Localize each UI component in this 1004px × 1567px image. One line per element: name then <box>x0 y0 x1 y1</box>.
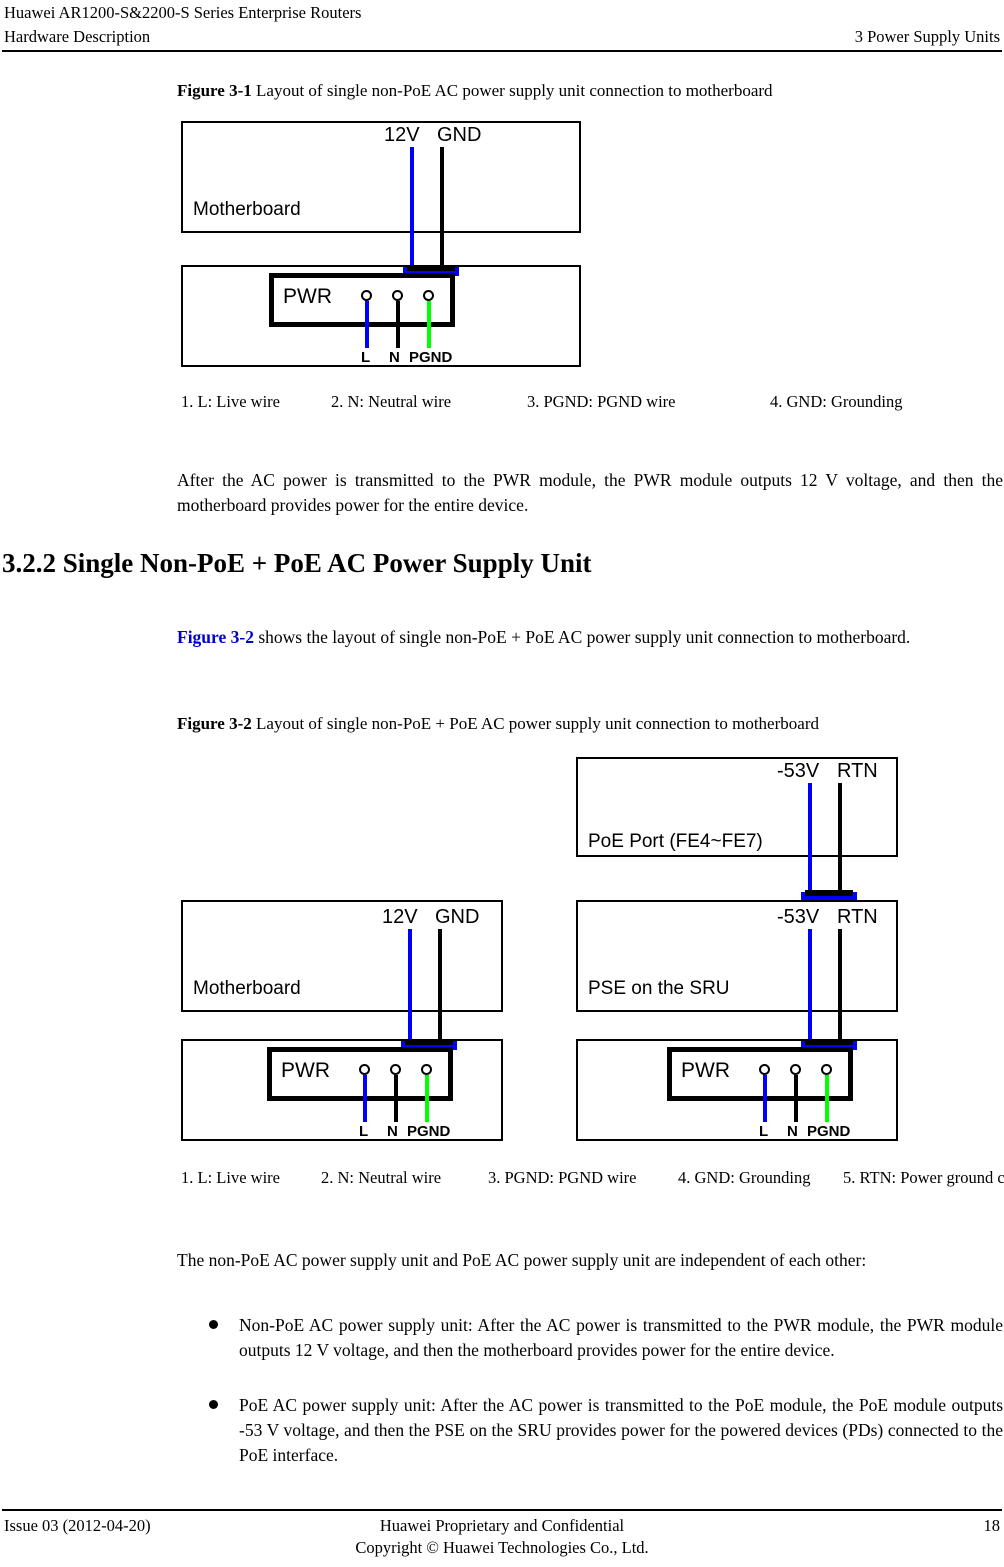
legend-item-3: 3. PGND: PGND wire <box>527 392 676 411</box>
bullet-text-poe: PoE AC power supply unit: After the AC p… <box>239 1395 1003 1465</box>
pwr-module-label: PWR <box>283 285 332 308</box>
figure-3-2-pin-label-n: N <box>387 1123 398 1140</box>
bullet-marker-icon <box>209 1320 218 1329</box>
legend-item-4: 4. GND: Grounding <box>770 392 903 411</box>
figure-3-2-wire-12v <box>408 929 412 1050</box>
pin-neutral <box>392 290 403 301</box>
header-divider <box>2 50 1002 52</box>
figure-3-1-caption-label: Figure 3-1 <box>177 81 252 100</box>
legend-item-1: 1. L: Live wire <box>181 392 280 411</box>
poe-pwr-module-label: PWR <box>681 1059 730 1082</box>
figure-3-2-pin-label-pgnd: PGND <box>407 1123 451 1140</box>
poe-connector-pad-black-lower <box>805 1039 853 1045</box>
poe-wire-neutral <box>794 1075 798 1122</box>
figure-3-2-wire-live <box>363 1075 367 1122</box>
figure-3-1-caption: Figure 3-1 Layout of single non-PoE AC p… <box>177 80 773 102</box>
figure-3-2-legend-item-3: 3. PGND: PGND wire <box>488 1168 637 1187</box>
pin-pgnd <box>423 290 434 301</box>
figure-3-1-legend: 1. L: Live wire 2. N: Neutral wire 3. PGND… <box>181 392 902 412</box>
figure-3-2-legend: 1. L: Live wire 2. N: Neutral wire 3. PGND… <box>181 1168 1004 1188</box>
wire-neutral <box>396 301 400 348</box>
motherboard-label: Motherboard <box>193 199 301 220</box>
figure-3-2-legend-item-4: 4. GND: Grounding <box>678 1168 811 1187</box>
poe-wire-53v-top <box>808 783 812 895</box>
figure-3-2-caption: Figure 3-2 Layout of single non-PoE + Po… <box>177 713 819 735</box>
wire-pgnd <box>427 301 431 348</box>
footer-divider <box>2 1509 1002 1511</box>
footer-copyright: Copyright © Huawei Technologies Co., Ltd… <box>355 1538 649 1557</box>
poe-rail-label-rtn-top: RTN <box>837 760 878 782</box>
wire-gnd <box>440 147 444 270</box>
poe-connector-pad-black-upper <box>805 890 853 896</box>
wire-live <box>365 301 369 348</box>
poe-wire-live <box>763 1075 767 1122</box>
paragraph-xref-rest: shows the layout of single non-PoE + PoE… <box>253 627 911 647</box>
document-subtitle: Hardware Description <box>4 27 151 46</box>
bullet-marker-icon <box>209 1400 218 1409</box>
pse-wire-53v <box>808 929 812 1050</box>
figure-3-2-crossref-link[interactable]: Figure 3-2 <box>177 627 254 647</box>
paragraph-after-figure-3-1: After the AC power is transmitted to the… <box>177 470 1003 515</box>
figure-3-2-legend-item-2: 2. N: Neutral wire <box>321 1168 442 1187</box>
figure-3-2-pin-live <box>359 1064 370 1075</box>
bullet-item-poe: PoE AC power supply unit: After the AC p… <box>177 1393 1003 1498</box>
figure-3-2-caption-text: Layout of single non-PoE + PoE AC power … <box>251 714 819 733</box>
pin-label-l: L <box>361 349 371 366</box>
section-heading-3-2-2: 3.2.2 Single Non-PoE + PoE AC Power Supp… <box>2 548 592 578</box>
poe-pin-live <box>759 1064 770 1075</box>
bullet-text-non-poe: Non-PoE AC power supply unit: After the … <box>239 1315 1003 1360</box>
figure-3-2-legend-item-5: 5. RTN: Power ground cable <box>843 1168 1004 1187</box>
figure-3-2-legend-item-1: 1. L: Live wire <box>181 1168 280 1187</box>
pse-rail-label-53v: -53V <box>777 906 820 928</box>
chapter-title: 3 Power Supply Units <box>854 27 1000 46</box>
figure-3-1-diagram: Motherboard 12V GND PWR L N PGND <box>181 121 581 367</box>
figure-3-2-rail-label-gnd: GND <box>435 906 480 928</box>
figure-3-2-wire-neutral <box>394 1075 398 1122</box>
figure-3-2-motherboard-label: Motherboard <box>193 978 301 999</box>
figure-3-2-rail-label-12v: 12V <box>382 906 418 928</box>
poe-rail-label-53v-top: -53V <box>777 760 820 782</box>
poe-wire-rtn-top <box>838 783 842 895</box>
poe-pin-pgnd <box>821 1064 832 1075</box>
poe-wire-pgnd <box>825 1075 829 1122</box>
footer-proprietary: Huawei Proprietary and Confidential <box>379 1516 625 1535</box>
figure-3-2-connector-pad-black <box>405 1039 453 1045</box>
pse-label: PSE on the SRU <box>588 978 730 999</box>
figure-3-2-pwr-module-label: PWR <box>281 1059 330 1082</box>
figure-3-2-pin-neutral <box>390 1064 401 1075</box>
page-header: Huawei AR1200-S&2200-S Series Enterprise… <box>0 0 1004 52</box>
poe-pin-label-n: N <box>787 1123 798 1140</box>
poe-pin-label-pgnd: PGND <box>807 1123 851 1140</box>
paragraph-xref-figure-3-2: Figure 3-2 shows the layout of single no… <box>177 625 1003 650</box>
figure-3-2-pin-pgnd <box>421 1064 432 1075</box>
figure-3-1-caption-text: Layout of single non-PoE AC power supply… <box>251 81 773 100</box>
legend-item-2: 2. N: Neutral wire <box>331 392 452 411</box>
document-title: Huawei AR1200-S&2200-S Series Enterprise… <box>4 3 362 22</box>
figure-3-2-caption-label: Figure 3-2 <box>177 714 252 733</box>
rail-label-gnd: GND <box>437 124 482 146</box>
figure-3-2-wire-gnd <box>438 929 442 1050</box>
connector-pad-black <box>407 265 455 271</box>
pin-label-n: N <box>389 349 400 366</box>
pin-label-pgnd: PGND <box>409 349 453 366</box>
figure-3-2-pin-label-l: L <box>359 1123 369 1140</box>
poe-pin-neutral <box>790 1064 801 1075</box>
rail-label-12v: 12V <box>384 124 420 146</box>
footer-page-number: 18 <box>983 1516 1001 1535</box>
pin-live <box>361 290 372 301</box>
figure-3-2-wire-pgnd <box>425 1075 429 1122</box>
paragraph-independent-units: The non-PoE AC power supply unit and PoE… <box>177 1250 867 1270</box>
wire-12v <box>410 147 414 270</box>
bullet-item-non-poe: Non-PoE AC power supply unit: After the … <box>177 1313 1003 1393</box>
pse-wire-rtn <box>838 929 842 1050</box>
pse-rail-label-rtn: RTN <box>837 906 878 928</box>
poe-port-label: PoE Port (FE4~FE7) <box>588 831 763 852</box>
poe-pin-label-l: L <box>759 1123 769 1140</box>
